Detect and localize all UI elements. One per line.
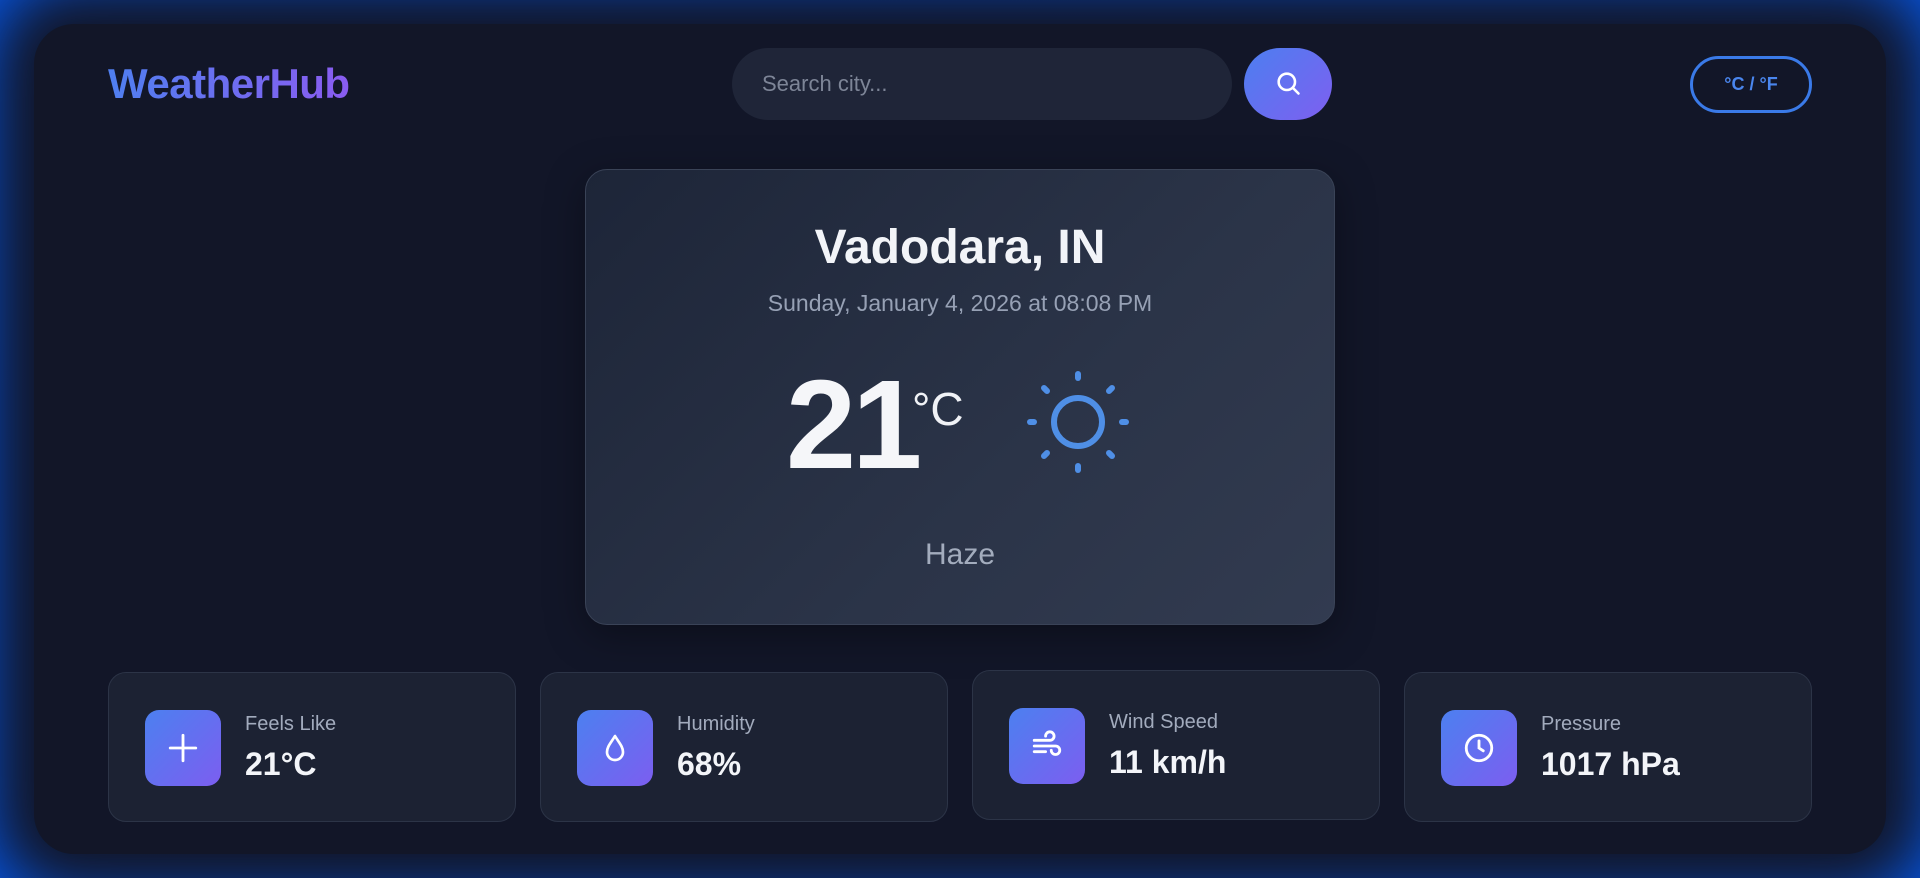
stat-value: 68% [677, 746, 742, 782]
stat-value: 1017 hPa [1541, 746, 1680, 782]
stat-card-humidity: Humidity 68% [540, 672, 948, 822]
unit-toggle-button[interactable]: °C / °F [1690, 56, 1812, 113]
date-time: Sunday, January 4, 2026 at 08:08 PM [767, 290, 1153, 316]
plus-icon [145, 710, 221, 786]
sun-icon [1020, 364, 1136, 485]
app-logo[interactable]: WeatherHub [108, 60, 350, 108]
search-button[interactable] [1244, 48, 1332, 120]
droplet-icon [577, 710, 653, 786]
app-container: WeatherHub °C / °F Vadodara, IN Sunday, … [34, 24, 1886, 854]
stat-label: Pressure [1541, 713, 1622, 735]
city-name: Vadodara, IN [814, 221, 1106, 274]
temperature-value: 21 [786, 354, 922, 495]
search-icon [1274, 69, 1302, 100]
stat-label: Humidity [677, 713, 755, 735]
stat-card-feels-like: Feels Like 21°C [108, 672, 516, 822]
stat-value: 21°C [245, 746, 317, 782]
current-weather-card: Vadodara, IN Sunday, January 4, 2026 at … [585, 169, 1335, 625]
weather-condition: Haze [924, 538, 996, 571]
temperature-unit: °C [912, 383, 964, 435]
wind-icon [1009, 708, 1085, 784]
stat-card-pressure: Pressure 1017 hPa [1404, 672, 1812, 822]
stat-label: Wind Speed [1109, 711, 1218, 733]
stat-label: Feels Like [245, 713, 337, 735]
stat-value: 11 km/h [1109, 744, 1227, 780]
stat-card-wind-speed: Wind Speed 11 km/h [972, 670, 1380, 820]
search-input[interactable] [732, 48, 1232, 120]
clock-icon [1441, 710, 1517, 786]
